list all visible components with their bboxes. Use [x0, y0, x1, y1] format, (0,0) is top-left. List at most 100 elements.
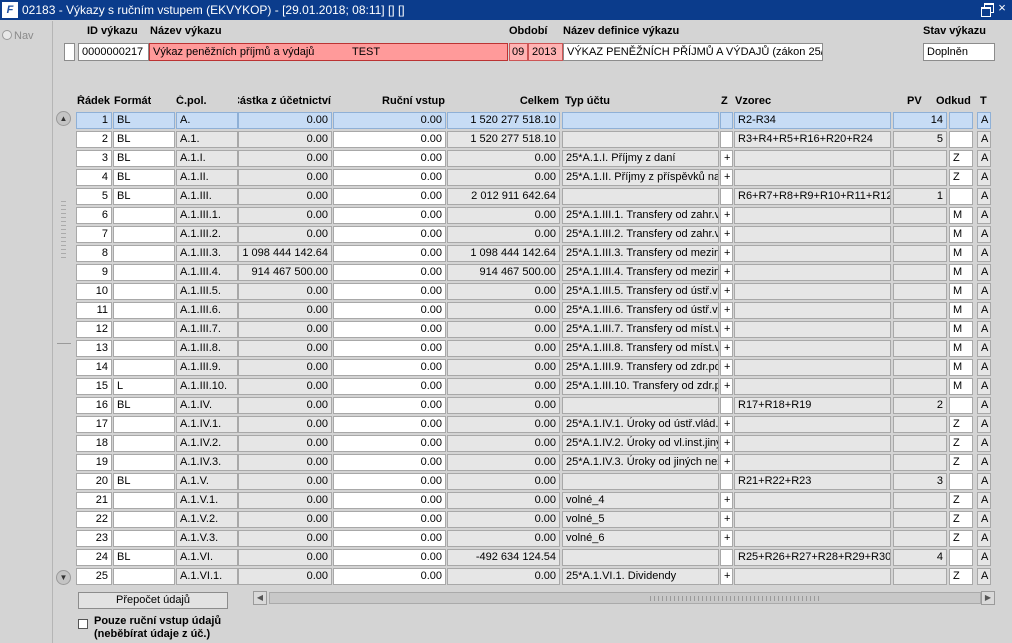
cell-castka[interactable]: 0.00: [238, 169, 332, 186]
cell-pv[interactable]: 5: [893, 131, 947, 148]
cell-cpol[interactable]: A.1.III.9.: [176, 359, 238, 376]
cell-cpol[interactable]: A.1.IV.3.: [176, 454, 238, 471]
cell-odkud[interactable]: M: [949, 207, 973, 224]
cell-rucni[interactable]: 0.00: [333, 112, 446, 129]
cell-pv[interactable]: [893, 321, 947, 338]
cell-cpol[interactable]: A.1.V.1.: [176, 492, 238, 509]
cell-typ[interactable]: [562, 131, 719, 148]
cell-format[interactable]: [113, 302, 175, 319]
cell-format[interactable]: BL: [113, 473, 175, 490]
cell-radek[interactable]: 20: [76, 473, 112, 490]
table-row[interactable]: 20 BL A.1.V. 0.00 0.00 0.00 R21+R22+R23 3 A: [76, 472, 992, 491]
cell-cpol[interactable]: A.1.III.1.: [176, 207, 238, 224]
id-field[interactable]: 0000000217: [78, 43, 149, 61]
cell-typ[interactable]: 25*A.1.III.5. Transfery od ústř.vlád: [562, 283, 719, 300]
cell-pv[interactable]: [893, 169, 947, 186]
cell-castka[interactable]: 0.00: [238, 207, 332, 224]
cell-pv[interactable]: 3: [893, 473, 947, 490]
cell-vzorec[interactable]: R25+R26+R27+R28+R29+R30+R31: [734, 549, 891, 566]
cell-castka[interactable]: 0.00: [238, 549, 332, 566]
table-row[interactable]: 12 A.1.III.7. 0.00 0.00 0.00 25*A.1.III.7. Tr…: [76, 320, 992, 339]
cell-odkud[interactable]: Z: [949, 435, 973, 452]
cell-vzorec[interactable]: [734, 435, 891, 452]
table-row[interactable]: 18 A.1.IV.2. 0.00 0.00 0.00 25*A.1.IV.2. Úrok…: [76, 434, 992, 453]
cell-celkem[interactable]: 0.00: [447, 454, 560, 471]
cell-z[interactable]: +: [720, 245, 733, 262]
cell-pv[interactable]: [893, 245, 947, 262]
cell-pv[interactable]: [893, 207, 947, 224]
cell-t[interactable]: A: [977, 207, 991, 224]
table-row[interactable]: 8 A.1.III.3. 1 098 444 142.64 0.00 1 098 444…: [76, 244, 992, 263]
table-row[interactable]: 9 A.1.III.4. 914 467 500.00 0.00 914 467 500…: [76, 263, 992, 282]
cell-radek[interactable]: 8: [76, 245, 112, 262]
cell-celkem[interactable]: 0.00: [447, 340, 560, 357]
record-selector[interactable]: [64, 43, 75, 61]
cell-radek[interactable]: 2: [76, 131, 112, 148]
cell-rucni[interactable]: 0.00: [333, 511, 446, 528]
cell-celkem[interactable]: 0.00: [447, 283, 560, 300]
cell-format[interactable]: [113, 359, 175, 376]
table-row[interactable]: 11 A.1.III.6. 0.00 0.00 0.00 25*A.1.III.6. Tr…: [76, 301, 992, 320]
cell-t[interactable]: A: [977, 245, 991, 262]
cell-typ[interactable]: [562, 112, 719, 129]
cell-vzorec[interactable]: [734, 245, 891, 262]
cell-celkem[interactable]: 0.00: [447, 530, 560, 547]
cell-format[interactable]: [113, 340, 175, 357]
cell-t[interactable]: A: [977, 112, 991, 129]
cell-format[interactable]: BL: [113, 169, 175, 186]
cell-z[interactable]: +: [720, 359, 733, 376]
cell-cpol[interactable]: A.1.V.2.: [176, 511, 238, 528]
cell-cpol[interactable]: A.1.III.10.: [176, 378, 238, 395]
cell-radek[interactable]: 5: [76, 188, 112, 205]
cell-typ[interactable]: volné_6: [562, 530, 719, 547]
table-row[interactable]: 5 BL A.1.III. 0.00 0.00 2 012 911 642.64 R6+R7…: [76, 187, 992, 206]
cell-vzorec[interactable]: [734, 207, 891, 224]
cell-pv[interactable]: [893, 530, 947, 547]
horizontal-scrollbar[interactable]: ◀ ▶: [253, 591, 995, 605]
cell-t[interactable]: A: [977, 226, 991, 243]
cell-castka[interactable]: 0.00: [238, 511, 332, 528]
cell-vzorec[interactable]: [734, 530, 891, 547]
close-icon[interactable]: ×: [995, 1, 1009, 15]
cell-vzorec[interactable]: R3+R4+R5+R16+R20+R24: [734, 131, 891, 148]
cell-typ[interactable]: 25*A.1.III.3. Transfery od mezinár.: [562, 245, 719, 262]
cell-rucni[interactable]: 0.00: [333, 568, 446, 585]
table-row[interactable]: 2 BL A.1. 0.00 0.00 1 520 277 518.10 R3+R4+R5+…: [76, 130, 992, 149]
cell-vzorec[interactable]: R2-R34: [734, 112, 891, 129]
cell-cpol[interactable]: A.1.: [176, 131, 238, 148]
cell-t[interactable]: A: [977, 283, 991, 300]
cell-odkud[interactable]: M: [949, 340, 973, 357]
cell-t[interactable]: A: [977, 131, 991, 148]
cell-cpol[interactable]: A.1.III.2.: [176, 226, 238, 243]
cell-typ[interactable]: volné_4: [562, 492, 719, 509]
cell-castka[interactable]: 0.00: [238, 473, 332, 490]
cell-castka[interactable]: 0.00: [238, 416, 332, 433]
cell-pv[interactable]: [893, 511, 947, 528]
cell-format[interactable]: [113, 283, 175, 300]
cell-vzorec[interactable]: [734, 150, 891, 167]
cell-rucni[interactable]: 0.00: [333, 454, 446, 471]
cell-celkem[interactable]: 914 467 500.00: [447, 264, 560, 281]
cell-odkud[interactable]: M: [949, 378, 973, 395]
cell-z[interactable]: +: [720, 150, 733, 167]
cell-t[interactable]: A: [977, 359, 991, 376]
cell-typ[interactable]: volné_5: [562, 511, 719, 528]
cell-celkem[interactable]: 0.00: [447, 359, 560, 376]
cell-castka[interactable]: 0.00: [238, 397, 332, 414]
cell-celkem[interactable]: 0.00: [447, 568, 560, 585]
cell-pv[interactable]: [893, 264, 947, 281]
cell-castka[interactable]: 0.00: [238, 435, 332, 452]
cell-t[interactable]: A: [977, 264, 991, 281]
cell-cpol[interactable]: A.1.III.5.: [176, 283, 238, 300]
cell-celkem[interactable]: 1 098 444 142.64: [447, 245, 560, 262]
table-row[interactable]: 15 L A.1.III.10. 0.00 0.00 0.00 25*A.1.III.10.…: [76, 377, 992, 396]
cell-z[interactable]: +: [720, 226, 733, 243]
cell-t[interactable]: A: [977, 416, 991, 433]
cell-typ[interactable]: 25*A.1.VI.1. Dividendy: [562, 568, 719, 585]
cell-radek[interactable]: 19: [76, 454, 112, 471]
cell-rucni[interactable]: 0.00: [333, 226, 446, 243]
cell-radek[interactable]: 9: [76, 264, 112, 281]
cell-odkud[interactable]: M: [949, 321, 973, 338]
cell-t[interactable]: A: [977, 511, 991, 528]
cell-celkem[interactable]: 1 520 277 518.10: [447, 131, 560, 148]
